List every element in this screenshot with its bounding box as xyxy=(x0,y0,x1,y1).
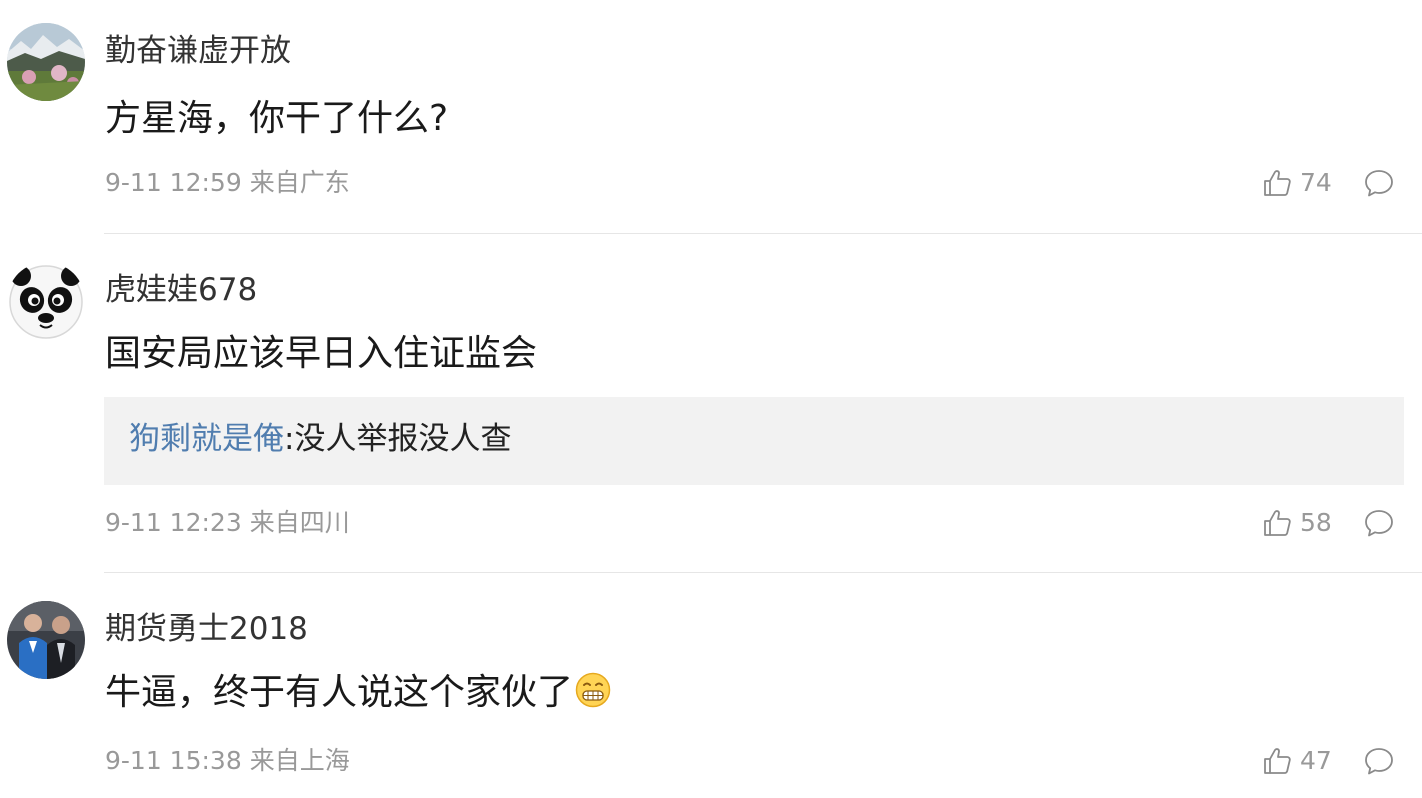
comment-meta: 9-11 12:59 来自广东 xyxy=(105,167,350,199)
thumbs-up-icon[interactable] xyxy=(1261,745,1293,777)
comment-text: 国安局应该早日入住证监会 xyxy=(105,333,538,374)
speech-bubble-icon[interactable] xyxy=(1363,167,1395,199)
comment-meta: 9-11 12:23 来自四川 xyxy=(105,507,350,539)
reply-separator: : xyxy=(284,421,295,457)
comment-text: 方星海，你干了什么? xyxy=(105,98,449,139)
comment-time: 9-11 15:38 xyxy=(105,746,242,775)
thumbs-up-icon[interactable] xyxy=(1261,507,1293,539)
comment-actions: 47 xyxy=(1261,744,1395,778)
comment-actions: 74 xyxy=(1261,166,1395,200)
comment-username[interactable]: 勤奋谦虚开放 xyxy=(105,31,291,71)
panda-avatar[interactable] xyxy=(7,262,85,340)
comment-time: 9-11 12:23 xyxy=(105,508,242,537)
comment-location: 来自四川 xyxy=(249,508,350,537)
comment-username[interactable]: 虎娃娃678 xyxy=(105,270,257,310)
like-count: 74 xyxy=(1300,168,1332,197)
comment-location: 来自上海 xyxy=(249,746,350,775)
speech-bubble-icon[interactable] xyxy=(1363,745,1395,777)
reply-username[interactable]: 狗剩就是俺 xyxy=(129,421,284,457)
thumbs-up-icon[interactable] xyxy=(1261,167,1293,199)
comment-location: 来自广东 xyxy=(249,168,350,197)
comment-text: 牛逼，终于有人说这个家伙了 xyxy=(105,670,611,720)
divider xyxy=(104,233,1422,234)
comment-text-body: 牛逼，终于有人说这个家伙了 xyxy=(105,672,574,713)
comment-actions: 58 xyxy=(1261,506,1395,540)
reply-preview[interactable]: 狗剩就是俺:没人举报没人查 xyxy=(104,397,1404,485)
landscape-avatar[interactable] xyxy=(7,23,85,101)
comment-time: 9-11 12:59 xyxy=(105,168,242,197)
two-men-avatar[interactable] xyxy=(7,601,85,679)
like-count: 47 xyxy=(1300,746,1332,775)
grin-emoji xyxy=(575,672,611,720)
comment-meta: 9-11 15:38 来自上海 xyxy=(105,745,350,777)
divider xyxy=(104,572,1422,573)
reply-text: 没人举报没人查 xyxy=(294,421,512,457)
reply-line: 狗剩就是俺:没人举报没人查 xyxy=(129,417,511,461)
comment-username[interactable]: 期货勇士2018 xyxy=(105,609,308,649)
like-count: 58 xyxy=(1300,508,1332,537)
speech-bubble-icon[interactable] xyxy=(1363,507,1395,539)
